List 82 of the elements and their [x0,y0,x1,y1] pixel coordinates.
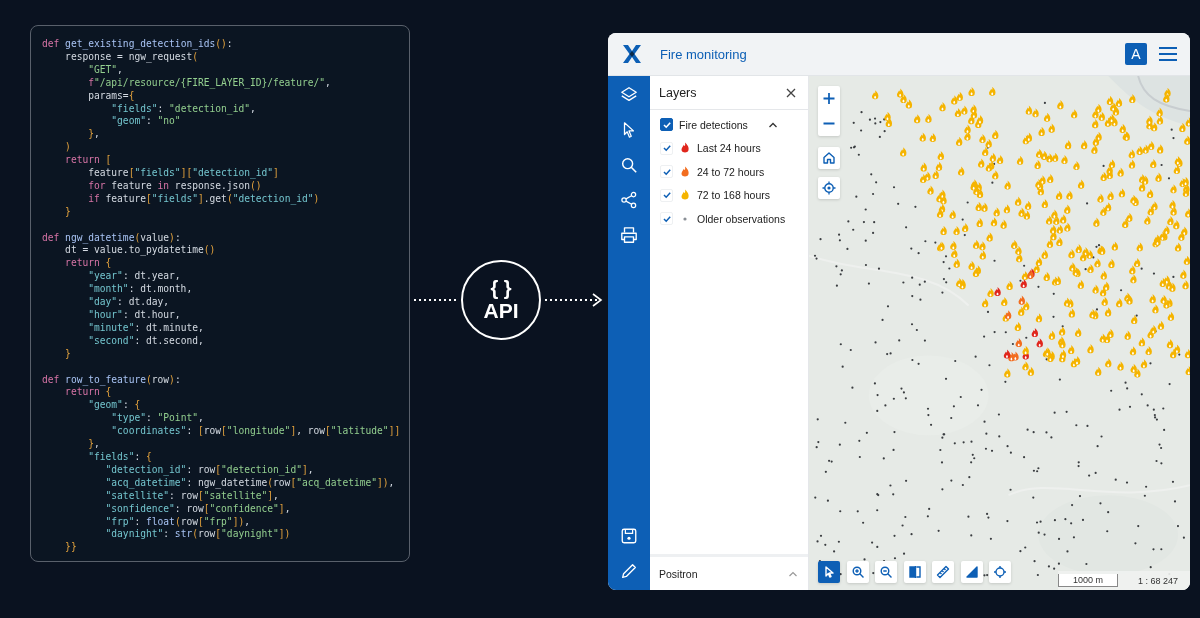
code-line: "hour": dt.hour, [87,309,181,322]
code-line: return { [64,386,112,400]
basemap-label[interactable]: Positron [659,567,698,580]
zoom-in-tool-button[interactable] [846,561,869,583]
zoom-out-tool-button[interactable] [875,561,897,583]
checkbox[interactable] [660,118,673,132]
angle-icon [964,565,979,579]
app-title: Fire monitoring [660,46,748,62]
scale-ratio: 1 : 68 247 [1137,575,1178,586]
panel-title: Layers [659,85,697,100]
layer-group-label[interactable]: Fire detections [679,118,768,131]
code-line: feature["fields"]["detection_id"] [87,167,279,180]
zoom-in-icon [850,565,865,579]
layer-label[interactable]: Last 24 hours [697,142,761,155]
code-line: }, [87,128,100,142]
ruler-icon [936,565,950,579]
code-line: "detection_id": row["detection_id"], [104,463,314,477]
scale-bar: 1000 m [1057,574,1118,587]
print-icon[interactable] [620,226,638,244]
layer-label[interactable]: 24 to 72 hours [697,165,765,178]
search-icon[interactable] [620,156,638,174]
code-line: "satellite": row["satellite"], [104,489,279,503]
code-line: f"/api/resource/{FIRE_LAYER_ID}/feature/", [87,76,331,90]
code-line: def ngw_datetime(value): [42,231,181,245]
code-line: "month": dt.month, [87,283,193,297]
code-line: dt = value.to_pydatetime() [64,244,216,258]
layer-label[interactable]: Older observations [697,212,786,225]
angle-tool-button[interactable] [960,561,983,583]
code-line: return { [64,257,112,271]
code-line: }, [87,438,100,451]
arrow [544,293,603,307]
x-logo-icon [622,44,642,64]
code-line: "geom": "no" [110,115,181,129]
code-line: "geom": { [87,399,141,413]
locate-tool-button[interactable] [989,561,1011,583]
select-icon [822,565,836,579]
select-tool-button[interactable] [818,561,840,583]
code-line: "sonfidence": row["confidence"], [104,502,291,516]
ruler-tool-button[interactable] [932,561,954,583]
code-line: } [64,347,71,361]
code-line: return [ [64,154,112,168]
home-icon [822,151,836,165]
connector-line [413,298,459,302]
code-line: "fields": "detection_id", [110,102,256,116]
code-line: "day": dt.day, [87,296,170,309]
menu-icon[interactable] [1158,46,1178,62]
pencil-icon[interactable] [620,562,638,580]
code-line: "frp": float(row["frp"]), [104,515,250,529]
swipe-icon [907,565,922,579]
code-line: def get_existing_detection_ids(): [42,38,233,51]
layers-icon[interactable] [620,86,638,104]
code-line: if feature["fields"].get("detection_id") [87,192,320,206]
code-line: "fields": { [87,450,152,464]
code-line: ) [64,141,71,155]
code-line: }} [64,541,77,555]
swipe-tool-button[interactable] [903,561,926,583]
code-line: response = ngw_request( [64,50,198,64]
code-line: def row_to_feature(row): [42,373,181,387]
code-line: "acq_datetime": ngw_datetime(row["acq_datetime"]), [104,476,395,490]
crosshair-icon [822,181,836,195]
code-line: "daynight": str(row["daynight"]) [104,528,291,542]
zoom-out-icon [879,565,893,579]
code-line: "year": dt.year, [87,270,181,284]
code-line: params={ [87,89,135,103]
code-line: } [64,205,71,219]
code-line: "GET", [87,63,123,77]
code-line: "coordinates": [row["longitude"], row["latitude"]] [110,425,401,439]
locate-button[interactable] [818,177,840,199]
code-line: "type": "Point", [110,412,204,426]
save-icon[interactable] [620,527,638,545]
layer-label[interactable]: 72 to 168 hours [697,189,770,202]
code-line: "second": dt.second, [87,334,204,348]
locate-icon [993,565,1007,579]
code-line: "minute": dt.minute, [87,321,204,335]
braces-glyph: { } [490,277,512,299]
code-line: for feature in response.json() [87,179,262,193]
close-icon[interactable] [786,87,796,98]
chevron-icon[interactable] [768,120,778,129]
avatar[interactable]: A [1125,43,1147,65]
share-icon[interactable] [620,191,638,209]
api-label: API [483,299,519,323]
home-button[interactable] [818,147,840,169]
